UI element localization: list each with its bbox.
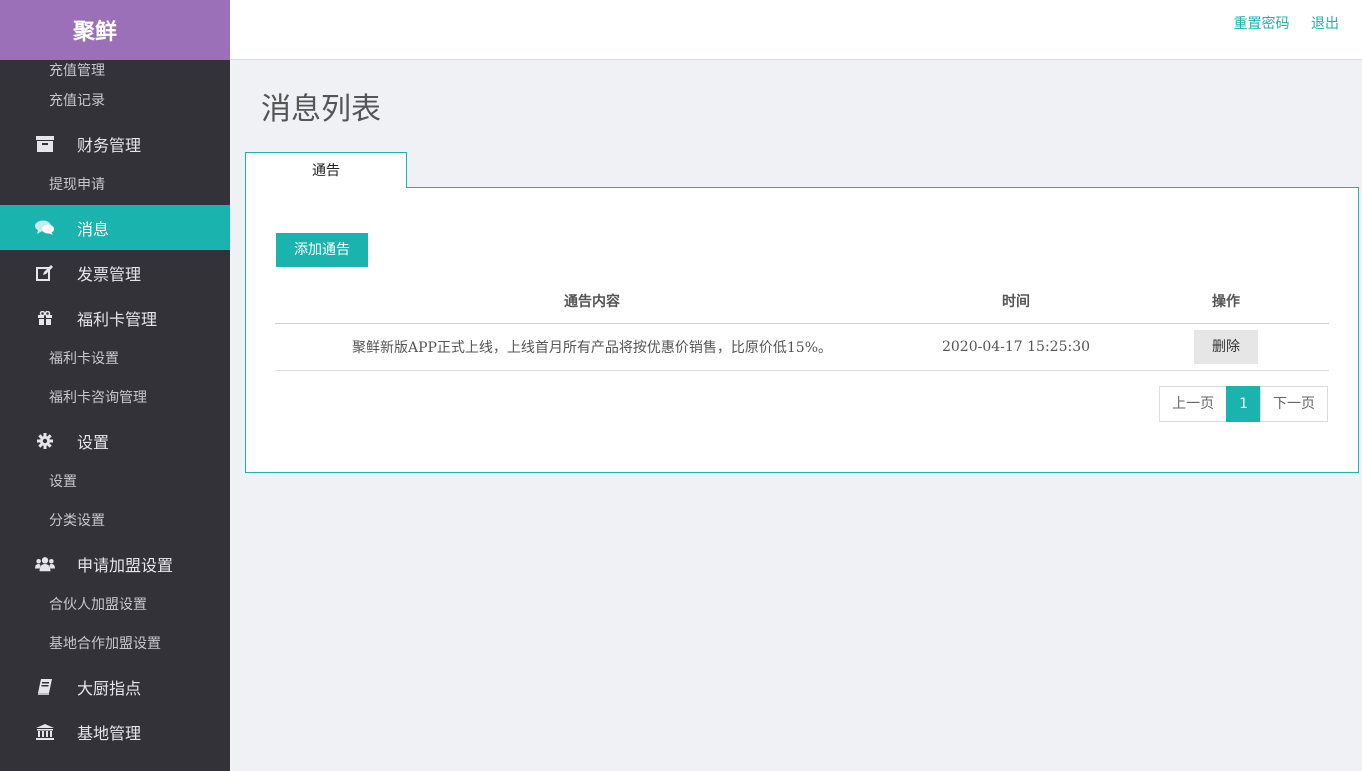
action-cell: 删除 <box>1123 323 1329 371</box>
pagination: 上一页 1 下一页 <box>1159 386 1328 422</box>
reset-password-link[interactable]: 重置密码 <box>1234 16 1290 32</box>
sidebar-item-label: 申请加盟设置 <box>77 555 174 575</box>
sidebar-item-label: 充值管理 <box>49 63 105 79</box>
sidebar-subitem[interactable]: 基地合作加盟设置 <box>0 625 230 664</box>
column-header-content: 通告内容 <box>275 279 909 324</box>
sidebar-item-label: 基地管理 <box>77 723 142 743</box>
page-title: 消息列表 <box>261 92 381 127</box>
sidebar-item[interactable]: 基地管理 <box>0 709 230 754</box>
sidebar-subitem[interactable]: 分类设置 <box>0 502 230 541</box>
sidebar-item-label: 发票管理 <box>77 264 142 284</box>
top-links: 重置密码 退出 <box>1217 13 1339 33</box>
notice-content: 聚鲜新版APP正式上线，上线首月所有产品将按优惠价销售，比原价低15%。 <box>275 323 909 371</box>
sidebar-item-label: 分类设置 <box>49 513 105 529</box>
column-header-time: 时间 <box>909 279 1123 324</box>
sidebar-subitem[interactable]: 福利卡咨询管理 <box>0 379 230 418</box>
sidebar-subitem[interactable]: 设置 <box>0 463 230 502</box>
sidebar-subitem[interactable]: 充值管理 <box>0 60 230 82</box>
archive-icon <box>35 135 55 152</box>
sidebar-subitem[interactable]: 合伙人加盟设置 <box>0 586 230 625</box>
sidebar-subitem[interactable]: 提现申请 <box>0 166 230 205</box>
sidebar-item[interactable]: 消息 <box>0 205 230 250</box>
book-icon <box>35 678 55 695</box>
comments-icon <box>35 220 55 236</box>
sidebar-item-label: 基地合作加盟设置 <box>49 636 161 652</box>
sidebar-item[interactable]: 设置 <box>0 418 230 463</box>
sidebar-item-label: 福利卡咨询管理 <box>49 390 147 406</box>
sidebar-item-label: 设置 <box>49 474 77 490</box>
sidebar-item-label: 消息 <box>77 219 110 239</box>
sidebar-nav: 充值管理 充值记录 财务管理 提现申请 消息 发票管理 福利卡管理 福利卡设置 福利卡咨询管理设… <box>0 60 230 754</box>
sidebar-item-label: 大厨指点 <box>77 678 142 698</box>
sidebar: 聚鲜 充值管理充值记录财务管理提现申请消息发票管理福利卡管理福利卡设置福利卡咨询… <box>0 0 230 771</box>
logout-link[interactable]: 退出 <box>1311 16 1339 32</box>
sidebar-item-label: 提现申请 <box>49 177 105 193</box>
top-bar: 重置密码 退出 <box>230 0 1362 60</box>
brand-logo: 聚鲜 <box>0 0 230 60</box>
column-header-action: 操作 <box>1123 279 1329 324</box>
notice-table: 通告内容 时间 操作 聚鲜新版APP正式上线，上线首月所有产品将按优惠价销售，比… <box>275 279 1329 371</box>
prev-page-button[interactable]: 上一页 <box>1159 386 1228 422</box>
sidebar-subitem[interactable]: 充值记录 <box>0 82 230 121</box>
notice-time: 2020-04-17 15:25:30 <box>909 323 1123 371</box>
sidebar-item[interactable]: 发票管理 <box>0 250 230 295</box>
edit-icon <box>35 264 55 281</box>
sidebar-item[interactable]: 大厨指点 <box>0 664 230 709</box>
sidebar-item[interactable]: 申请加盟设置 <box>0 541 230 586</box>
users-icon <box>35 556 55 572</box>
sidebar-item[interactable]: 财务管理 <box>0 121 230 166</box>
add-notice-button[interactable]: 添加通告 <box>276 233 368 267</box>
table-header-row: 通告内容 时间 操作 <box>275 279 1329 324</box>
sidebar-item[interactable]: 福利卡管理 <box>0 295 230 340</box>
sidebar-item-label: 合伙人加盟设置 <box>49 597 147 613</box>
gift-icon <box>35 310 55 326</box>
sidebar-item-label: 充值记录 <box>49 93 105 109</box>
gear-icon <box>35 432 55 449</box>
sidebar-subitem[interactable]: 福利卡设置 <box>0 340 230 379</box>
delete-button[interactable]: 删除 <box>1194 330 1258 364</box>
sidebar-item-label: 福利卡管理 <box>77 309 158 329</box>
sidebar-item-label: 设置 <box>77 432 110 452</box>
page-1-button[interactable]: 1 <box>1226 386 1261 422</box>
next-page-button[interactable]: 下一页 <box>1260 386 1328 422</box>
sidebar-item-label: 福利卡设置 <box>49 351 119 367</box>
table-row: 聚鲜新版APP正式上线，上线首月所有产品将按优惠价销售，比原价低15%。 202… <box>275 323 1329 371</box>
tab-notice[interactable]: 通告 <box>245 152 407 188</box>
bank-icon <box>35 723 55 740</box>
content-panel: 添加通告 通告内容 时间 操作 聚鲜新版APP正式上线，上线首月所有产品将按优惠… <box>245 187 1359 473</box>
sidebar-item-label: 财务管理 <box>77 135 142 155</box>
